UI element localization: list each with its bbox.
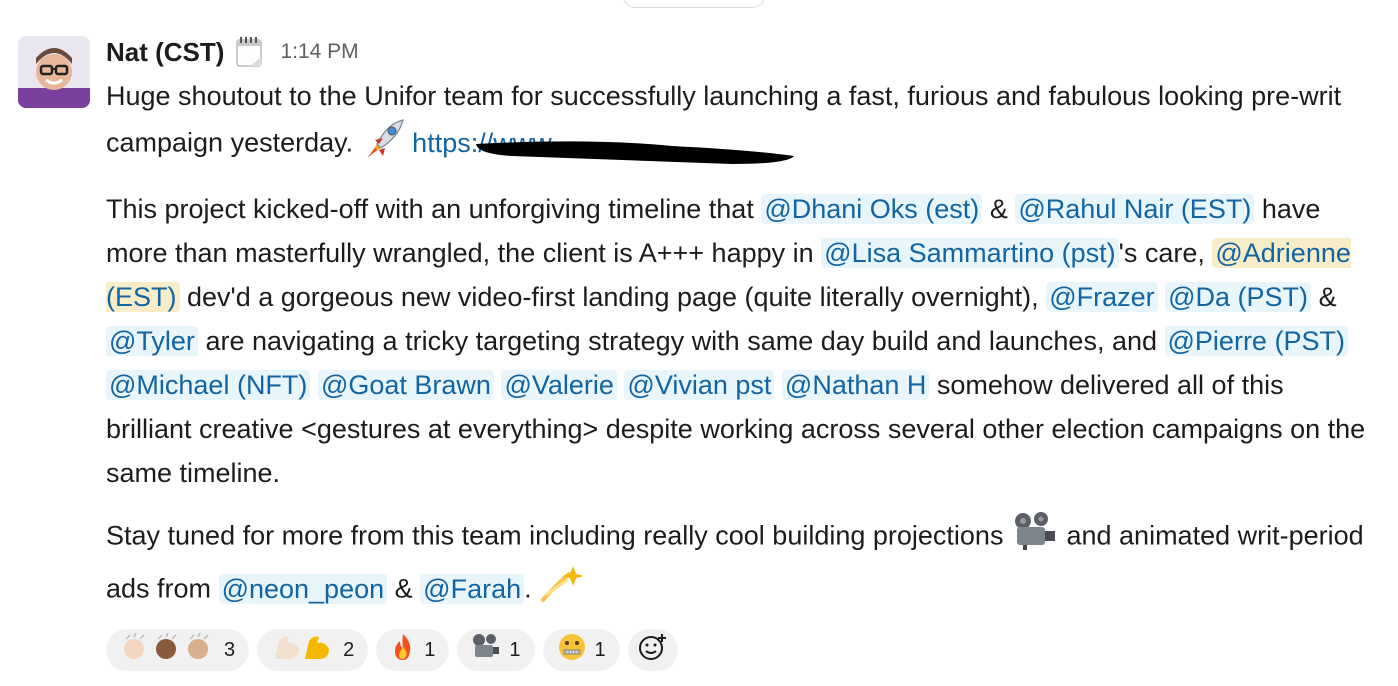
- mention[interactable]: @neon_peon: [218, 573, 388, 604]
- reaction-count: 3: [224, 638, 236, 661]
- reaction-count: 1: [509, 638, 521, 661]
- fire-icon: [390, 633, 416, 667]
- avatar[interactable]: [18, 36, 90, 108]
- message: Nat (CST) 1:14 PM Huge shoutout to the U…: [106, 30, 1376, 671]
- dizzy-icon: [539, 564, 585, 617]
- mention[interactable]: @Frazer: [1046, 282, 1158, 312]
- film-projector-icon: [471, 633, 501, 667]
- mention[interactable]: @Farah: [420, 573, 525, 604]
- add-reaction-button[interactable]: [627, 629, 678, 671]
- reaction-count: 2: [343, 638, 355, 661]
- paragraph-2: This project kicked-off with an unforgiv…: [106, 194, 1366, 488]
- reaction-zipper-mouth[interactable]: 1: [542, 629, 620, 671]
- flexed-biceps-icon: [271, 633, 335, 667]
- mention[interactable]: @Lisa Sammartino (pst): [821, 238, 1119, 268]
- mention[interactable]: @Dhani Oks (est): [761, 194, 983, 224]
- mention[interactable]: @Pierre (PST): [1164, 326, 1348, 356]
- mention[interactable]: @Valerie: [501, 370, 617, 400]
- paragraph-1: Huge shoutout to the Unifor team for suc…: [106, 74, 1376, 171]
- author-name[interactable]: Nat (CST): [106, 37, 224, 68]
- reaction-count: 1: [594, 638, 606, 661]
- mention[interactable]: @Da (PST): [1165, 282, 1312, 312]
- timestamp[interactable]: 1:14 PM: [280, 40, 358, 64]
- redaction-mark: [476, 141, 795, 164]
- clap-icon: [120, 632, 216, 667]
- rocket-icon: [361, 118, 405, 171]
- zipper-mouth-face-icon: [557, 633, 587, 667]
- url-link[interactable]: https://www.: [412, 128, 795, 164]
- mention[interactable]: @Michael (NFT): [106, 370, 311, 400]
- mention[interactable]: @Vivian pst: [624, 370, 775, 400]
- mention[interactable]: @Tyler: [106, 326, 198, 356]
- calendar-icon: [236, 37, 262, 67]
- film-projector-icon: [1011, 511, 1059, 564]
- mention[interactable]: @Nathan H: [781, 370, 930, 400]
- mention[interactable]: @Goat Brawn: [317, 370, 494, 400]
- add-reaction-icon: [638, 632, 668, 668]
- reaction-flexed-biceps[interactable]: 2: [257, 629, 369, 671]
- mention[interactable]: @Rahul Nair (EST): [1015, 194, 1255, 224]
- reactions-bar: 3 2 1 1 1: [106, 629, 1376, 671]
- reaction-clap[interactable]: 3: [106, 629, 250, 671]
- reaction-film-projector[interactable]: 1: [457, 629, 535, 671]
- reaction-count: 1: [424, 638, 436, 661]
- message-header: Nat (CST) 1:14 PM: [106, 30, 1376, 74]
- jump-pill[interactable]: [622, 0, 766, 8]
- paragraph-3: Stay tuned for more from this team inclu…: [106, 511, 1376, 617]
- reaction-fire[interactable]: 1: [376, 629, 450, 671]
